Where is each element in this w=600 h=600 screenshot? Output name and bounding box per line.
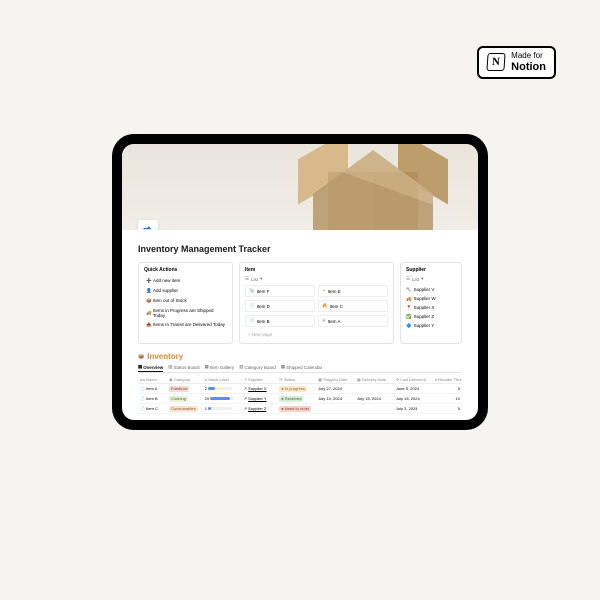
- supplier-row[interactable]: 🔧Supplier V: [406, 285, 456, 294]
- qa-shipped-today[interactable]: 🚚Items in Progress are Shipped Today: [144, 306, 227, 319]
- page-title: Inventory Management Tracker: [138, 244, 462, 254]
- notion-logo-icon: N: [487, 53, 506, 71]
- col-status[interactable]: ⟳ Status: [277, 375, 316, 384]
- table-row[interactable]: 📄 Item CConsumables1 ↗ Supplier Z● Need …: [138, 404, 462, 414]
- col-stock[interactable]: # Stock Level: [203, 375, 242, 384]
- supplier-row[interactable]: ✅Supplier Z: [406, 312, 456, 321]
- tab-status-board[interactable]: ▥ Status Board: [168, 364, 199, 370]
- screen: Inventory Management Tracker Quick Actio…: [122, 144, 478, 420]
- col-category[interactable]: ◉ Category: [167, 375, 203, 384]
- qa-out-of-stock[interactable]: 📦Item out of Stock: [144, 296, 227, 305]
- badge-top-text: Made for: [511, 52, 546, 61]
- item-card[interactable]: ❄Item A: [318, 315, 388, 327]
- item-card[interactable]: 📄Item D: [245, 300, 315, 312]
- cover-image: [122, 144, 478, 230]
- tab-category-board[interactable]: ▥ Category Board: [239, 364, 276, 370]
- badge-bottom-text: Notion: [511, 61, 546, 73]
- supplier-row[interactable]: 🔷Supplier Y: [406, 321, 456, 330]
- table-row[interactable]: 📄 Item BClothing20 ↗ Supplier Y● Receive…: [138, 394, 462, 404]
- tab-overview[interactable]: ▦ Overview: [138, 364, 163, 372]
- supplier-heading: Supplier: [406, 267, 456, 273]
- qa-add-supplier[interactable]: 👤Add supplier: [144, 286, 227, 295]
- supplier-panel: Supplier ☰ List ▾ 🔧Supplier V 🚚Supplier …: [400, 262, 462, 344]
- tab-item-gallery[interactable]: ▦ Item Gallery: [205, 364, 235, 370]
- supplier-view-selector[interactable]: ☰ List ▾: [406, 276, 456, 282]
- item-card[interactable]: 📄Item B: [245, 315, 315, 327]
- supplier-row[interactable]: 📍Supplier X: [406, 303, 456, 312]
- tablet-frame: Inventory Management Tracker Quick Actio…: [112, 134, 488, 430]
- tab-shipped-calendar[interactable]: ▦ Shipped Calendar: [281, 364, 322, 370]
- supplier-row[interactable]: 🚚Supplier W: [406, 294, 456, 303]
- col-name[interactable]: Aa Name: [138, 375, 167, 384]
- item-panel: Item ☰ List ▾ 📎Item F ✦Item E 📄Item D 🔥I…: [239, 262, 394, 344]
- qa-add-item[interactable]: ➕Add new item: [144, 276, 227, 285]
- inventory-tabs: ▦ Overview ▥ Status Board ▦ Item Gallery…: [138, 364, 462, 373]
- quick-actions-panel: Quick Actions ➕Add new item 👤Add supplie…: [138, 262, 233, 344]
- page-icon-transfer[interactable]: [138, 220, 158, 230]
- box-icon: 📦: [146, 298, 151, 304]
- col-threshold[interactable]: # Reorder Threshold: [433, 375, 462, 384]
- inbox-icon: 📥: [146, 322, 151, 328]
- item-card[interactable]: ✦Item E: [318, 285, 388, 297]
- inventory-icon: 📦: [138, 354, 144, 360]
- inventory-heading: Inventory: [147, 352, 183, 361]
- quick-actions-heading: Quick Actions: [144, 267, 227, 273]
- new-page-button[interactable]: + New page: [245, 330, 388, 339]
- col-last-delivered[interactable]: ⟳ Last Delivered: [394, 375, 433, 384]
- plus-icon: ➕: [146, 278, 151, 284]
- col-delivery[interactable]: ▦ Delivery Date: [355, 375, 394, 384]
- qa-delivered-today[interactable]: 📥Items In Transit are Delivered Today: [144, 320, 227, 329]
- col-shipped[interactable]: ▦ Shipped Date: [316, 375, 355, 384]
- col-supplier[interactable]: ↗ Supplier: [242, 375, 278, 384]
- item-card[interactable]: 📎Item F: [245, 285, 315, 297]
- item-card[interactable]: 🔥Item C: [318, 300, 388, 312]
- user-icon: 👤: [146, 288, 151, 294]
- item-view-selector[interactable]: ☰ List ▾: [245, 276, 388, 282]
- truck-icon: 🚚: [146, 310, 151, 316]
- made-for-notion-badge: N Made for Notion: [477, 46, 556, 79]
- table-row[interactable]: 📄 Item AFurniture2 ↗ Supplier X● In prog…: [138, 384, 462, 394]
- inventory-table: Aa Name ◉ Category # Stock Level ↗ Suppl…: [138, 375, 462, 414]
- item-heading: Item: [245, 267, 388, 273]
